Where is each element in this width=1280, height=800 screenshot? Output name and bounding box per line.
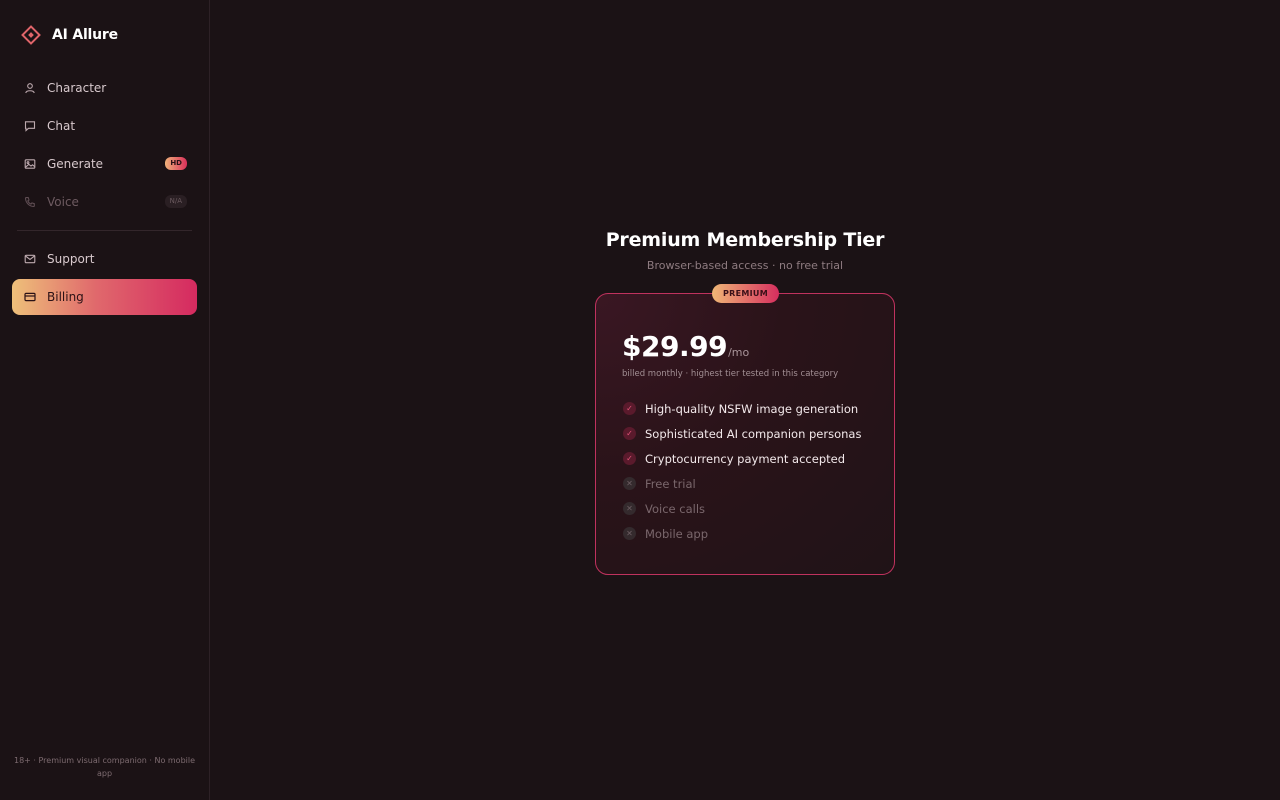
credit-card-icon: [23, 290, 37, 304]
sidebar-item-character[interactable]: Character: [12, 70, 197, 106]
sidebar-item-label: Billing: [47, 290, 84, 304]
page-title: Premium Membership Tier: [605, 229, 885, 251]
sidebar-item-support[interactable]: Support: [12, 241, 197, 277]
feature-label: Sophisticated AI companion personas: [645, 426, 862, 441]
sidebar: AI Allure Character Chat Generate HD Voi…: [0, 0, 210, 800]
app-root: AI Allure Character Chat Generate HD Voi…: [0, 0, 1280, 800]
cross-icon: ✕: [623, 527, 636, 540]
check-icon: ✓: [623, 402, 636, 415]
feature-label: Cryptocurrency payment accepted: [645, 451, 846, 466]
sidebar-item-label: Voice: [47, 195, 79, 209]
phone-icon: [23, 195, 37, 209]
sidebar-item-billing[interactable]: Billing: [12, 279, 197, 315]
feature-item: ✕ Voice calls: [622, 496, 868, 521]
mail-icon: [23, 252, 37, 266]
feature-label: Mobile app: [645, 526, 709, 541]
brand[interactable]: AI Allure: [0, 0, 209, 70]
feature-item: ✕ Mobile app: [622, 521, 868, 546]
billing-note: billed monthly · highest tier tested in …: [622, 369, 839, 379]
price-period: /mo: [728, 346, 750, 359]
feature-item: ✕ Free trial: [622, 471, 868, 496]
cross-icon: ✕: [623, 477, 636, 490]
check-icon: ✓: [623, 427, 636, 440]
page-subtitle: Browser-based access · no free trial: [646, 259, 844, 272]
image-icon: [23, 157, 37, 171]
sidebar-item-chat[interactable]: Chat: [12, 108, 197, 144]
cross-icon: ✕: [623, 502, 636, 515]
feature-item: ✓ Cryptocurrency payment accepted: [622, 446, 868, 471]
na-badge: N/A: [164, 195, 187, 208]
premium-badge: PREMIUM: [712, 284, 779, 303]
feature-label: Free trial: [645, 476, 696, 491]
hd-badge: HD: [165, 157, 187, 170]
feature-label: Voice calls: [645, 501, 706, 516]
check-icon: ✓: [623, 452, 636, 465]
sidebar-item-label: Support: [47, 252, 95, 266]
price-amount: $29.99: [622, 330, 728, 363]
sidebar-item-generate[interactable]: Generate HD: [12, 146, 197, 182]
sidebar-nav: Character Chat Generate HD Voice N/A Sup…: [0, 70, 209, 315]
pricing-card: PREMIUM $29.99 /mo billed monthly · high…: [595, 284, 895, 575]
main-content: Premium Membership Tier Browser-based ac…: [210, 0, 1280, 800]
brand-name: AI Allure: [52, 27, 118, 43]
sidebar-item-label: Character: [47, 81, 107, 95]
sidebar-footer-note: 18+ · Premium visual companion · No mobi…: [13, 756, 196, 778]
feature-item: ✓ Sophisticated AI companion personas: [622, 421, 868, 446]
diamond-logo-icon: [21, 25, 41, 45]
sidebar-item-label: Generate: [47, 157, 104, 171]
message-icon: [23, 119, 37, 133]
feature-label: High-quality NSFW image generation: [645, 401, 859, 416]
feature-item: ✓ High-quality NSFW image generation: [622, 396, 868, 421]
user-icon: [23, 81, 37, 95]
sidebar-item-voice[interactable]: Voice N/A: [12, 184, 197, 220]
feature-list: ✓ High-quality NSFW image generation ✓ S…: [622, 396, 868, 546]
sidebar-item-label: Chat: [47, 119, 76, 133]
sidebar-divider: [17, 230, 192, 231]
price-row: $29.99 /mo: [622, 330, 868, 363]
